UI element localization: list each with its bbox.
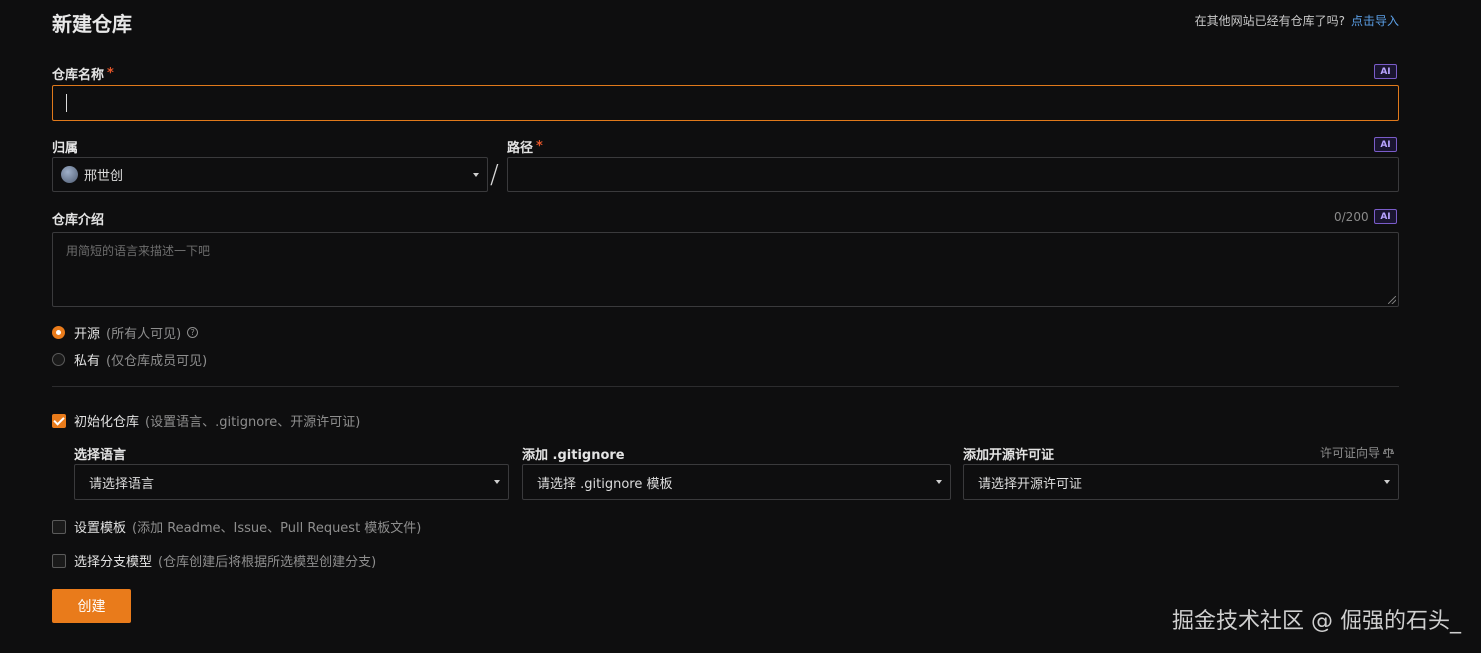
language-value: 请选择语言: [89, 476, 155, 492]
path-label: 路径 *: [507, 137, 543, 156]
avatar: [61, 166, 78, 183]
create-button[interactable]: 创建: [52, 589, 131, 623]
branch-model-label: 选择分支模型: [74, 555, 153, 570]
owner-label: 归属: [52, 141, 79, 156]
branch-model-sub: (仓库创建后将根据所选模型创建分支): [158, 555, 377, 570]
template-label: 设置模板: [74, 521, 127, 536]
branch-model-option[interactable]: 选择分支模型 (仓库创建后将根据所选模型创建分支): [52, 551, 376, 570]
template-sub: (添加 Readme、Issue、Pull Request 模板文件): [132, 521, 422, 536]
description-placeholder: 用简短的语言来描述一下吧: [66, 244, 211, 258]
private-sub: (仅仓库成员可见): [106, 354, 208, 369]
question-icon[interactable]: ?: [187, 327, 199, 338]
description-textarea[interactable]: 用简短的语言来描述一下吧: [52, 232, 1399, 307]
import-hint-text: 在其他网站已经有仓库了吗?: [1194, 14, 1345, 28]
required-mark: *: [536, 139, 543, 154]
balance-scale-icon: [1383, 447, 1395, 458]
text-caret: [66, 94, 67, 112]
private-label: 私有: [74, 354, 101, 369]
import-hint: 在其他网站已经有仓库了吗? 点击导入: [1195, 12, 1399, 29]
chevron-down-icon: [936, 480, 942, 484]
path-label-text: 路径: [507, 141, 534, 156]
license-guide-link[interactable]: 许可证向导: [1320, 444, 1395, 461]
description-counter: 0/200: [1334, 210, 1369, 224]
gitignore-label: 添加 .gitignore: [522, 448, 625, 463]
gitignore-select[interactable]: 请选择 .gitignore 模板: [522, 464, 951, 500]
owner-select[interactable]: 邢世创: [52, 157, 488, 192]
path-input[interactable]: [507, 157, 1399, 192]
template-option[interactable]: 设置模板 (添加 Readme、Issue、Pull Request 模板文件): [52, 517, 421, 536]
license-select[interactable]: 请选择开源许可证: [963, 464, 1399, 500]
visibility-public-option[interactable]: 开源 (所有人可见) ?: [52, 323, 199, 342]
path-separator: /: [490, 160, 499, 190]
resize-handle-icon[interactable]: [1388, 296, 1396, 304]
license-value: 请选择开源许可证: [978, 476, 1083, 492]
repo-name-input[interactable]: [52, 85, 1399, 121]
description-label: 仓库介绍: [52, 213, 105, 228]
public-label: 开源: [74, 327, 101, 342]
gitignore-value: 请选择 .gitignore 模板: [537, 476, 673, 492]
radio-private[interactable]: [52, 353, 65, 366]
watermark: 掘金技术社区 @ 倔强的石头_: [1172, 609, 1461, 634]
init-repo-label: 初始化仓库: [74, 415, 140, 430]
language-select[interactable]: 请选择语言: [74, 464, 509, 500]
divider: [52, 386, 1399, 387]
import-link[interactable]: 点击导入: [1351, 14, 1399, 28]
ai-badge-description[interactable]: AI: [1374, 209, 1397, 224]
owner-value: 邢世创: [84, 169, 124, 184]
visibility-private-option[interactable]: 私有 (仅仓库成员可见): [52, 350, 207, 369]
repo-name-label-text: 仓库名称: [52, 68, 105, 83]
chevron-down-icon: [1384, 480, 1390, 484]
public-sub: (所有人可见): [106, 327, 182, 342]
ai-badge-path[interactable]: AI: [1374, 137, 1397, 152]
license-guide-text: 许可证向导: [1320, 446, 1381, 460]
init-repo-sub: (设置语言、.gitignore、开源许可证): [145, 415, 361, 430]
language-label: 选择语言: [74, 448, 127, 463]
checkbox-branch-model[interactable]: [52, 553, 66, 568]
checkbox-template[interactable]: [52, 519, 66, 534]
checkbox-init-repo[interactable]: [52, 413, 66, 428]
page-title: 新建仓库: [52, 12, 132, 36]
chevron-down-icon: [473, 172, 479, 177]
ai-badge-repo-name[interactable]: AI: [1374, 64, 1397, 79]
radio-public[interactable]: [52, 326, 65, 339]
chevron-down-icon: [494, 480, 500, 484]
repo-name-label: 仓库名称 *: [52, 64, 114, 83]
license-label: 添加开源许可证: [963, 448, 1055, 463]
init-repo-option[interactable]: 初始化仓库 (设置语言、.gitignore、开源许可证): [52, 411, 360, 430]
required-mark: *: [107, 66, 114, 81]
